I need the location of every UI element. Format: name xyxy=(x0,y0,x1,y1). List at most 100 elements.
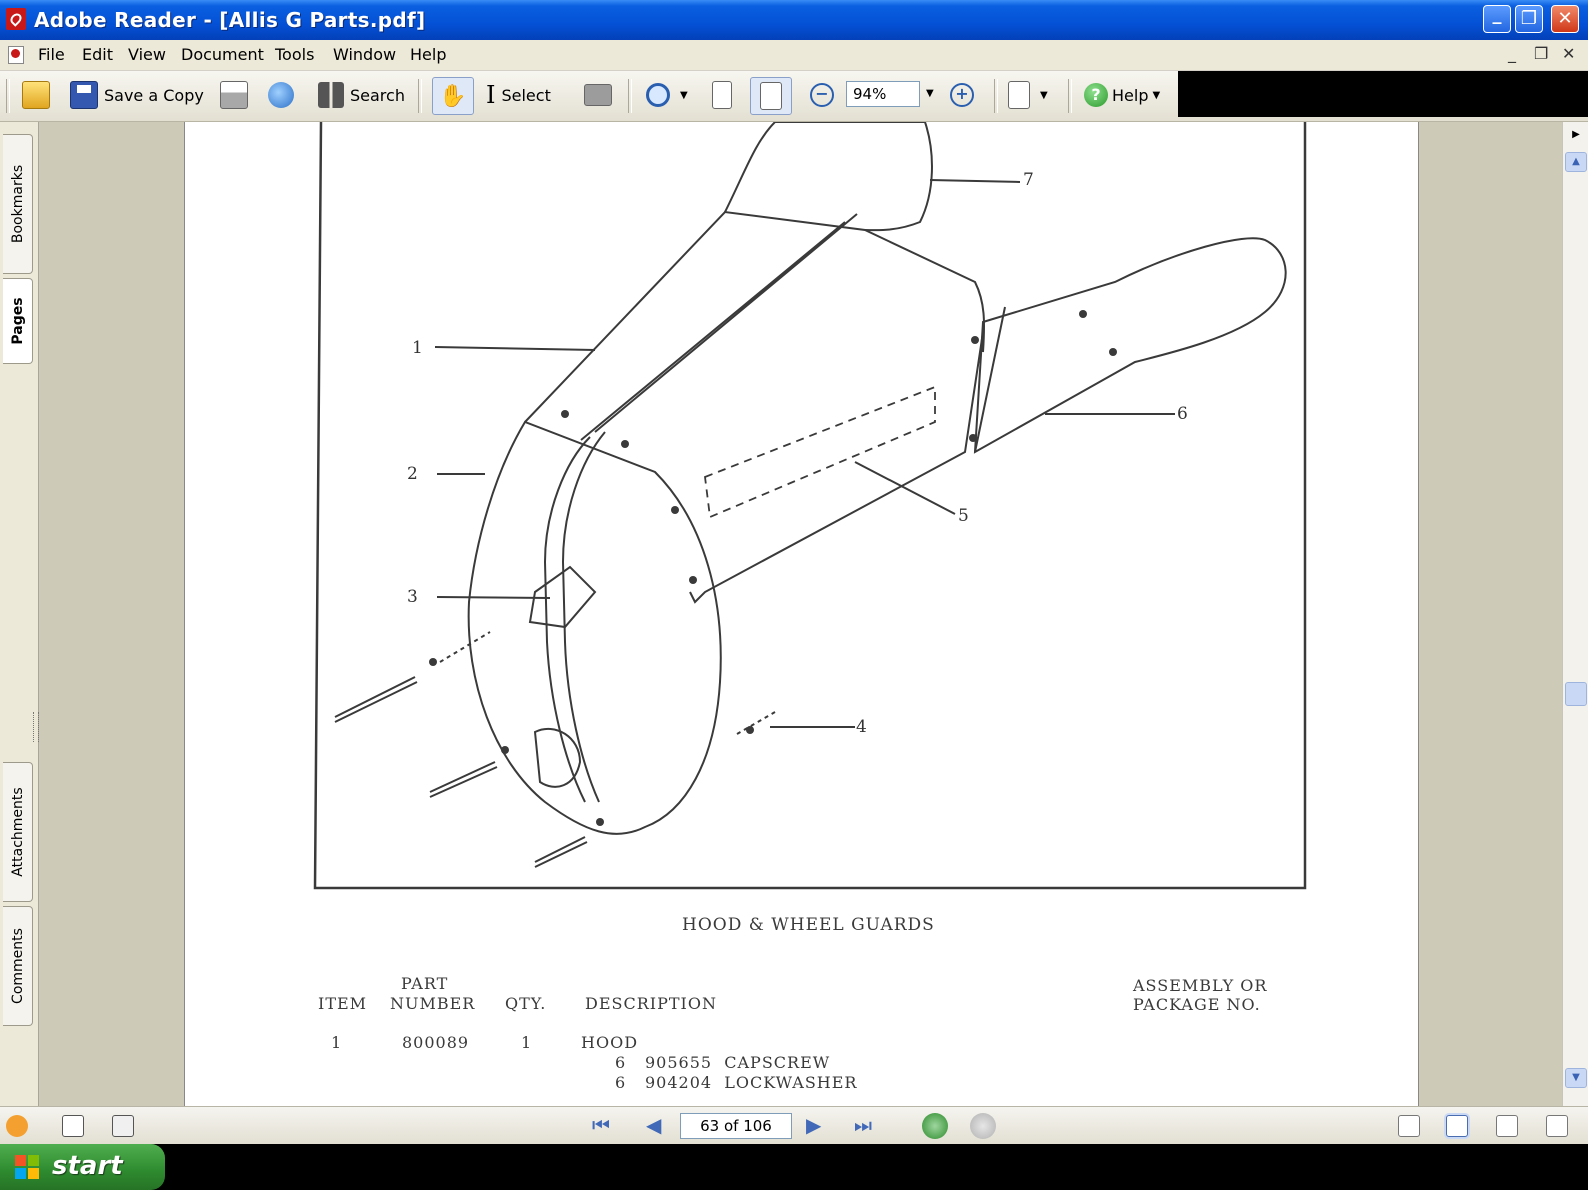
snapshot-button[interactable] xyxy=(584,77,618,113)
toolbar-empty-area xyxy=(1178,71,1588,117)
callout-4: 4 xyxy=(856,717,867,737)
adobe-reader-icon xyxy=(6,8,26,30)
open-button[interactable] xyxy=(22,77,56,113)
last-page-button[interactable]: ⏭ xyxy=(854,1113,872,1137)
header-assembly-line2: PACKAGE NO. xyxy=(1133,995,1261,1014)
rotate-view-button[interactable]: ▼ xyxy=(1008,77,1048,113)
callout-1: 1 xyxy=(412,338,423,358)
header-qty: QTY. xyxy=(505,994,547,1013)
text-cursor-icon: I xyxy=(486,81,496,109)
email-button[interactable] xyxy=(268,77,300,113)
scroll-up-button[interactable]: ▲ xyxy=(1565,152,1587,172)
print-button[interactable] xyxy=(220,77,254,113)
callout-6: 6 xyxy=(1177,404,1188,424)
menu-window[interactable]: Window xyxy=(333,45,396,64)
tab-attachments-label: Attachments xyxy=(9,787,26,877)
callout-7: 7 xyxy=(1023,170,1034,190)
first-page-button[interactable]: ⏮ xyxy=(592,1113,610,1137)
magnifier-zoom-icon xyxy=(646,83,670,107)
row-description: 905655 CAPSCREW xyxy=(645,1053,831,1072)
title-bar: Adobe Reader - [Allis G Parts.pdf] _ ❐ ✕ xyxy=(0,0,1588,40)
row-description: HOOD xyxy=(581,1033,639,1052)
toolbar-separator xyxy=(994,79,998,113)
hand-tool-button[interactable]: ✋ xyxy=(432,77,474,115)
vertical-scrollbar[interactable]: ▶ ▲ ▼ xyxy=(1562,122,1588,1106)
actual-size-button[interactable] xyxy=(712,77,738,113)
hand-icon: ✋ xyxy=(439,83,467,109)
doc-close-button[interactable]: ✕ xyxy=(1562,44,1575,63)
start-button[interactable]: start xyxy=(0,1144,165,1190)
fit-page-button[interactable] xyxy=(750,77,792,115)
doc-restore-button[interactable]: ❐ xyxy=(1534,44,1548,63)
save-a-copy-label: Save a Copy xyxy=(104,85,204,105)
printer-icon xyxy=(220,81,248,109)
search-button[interactable]: Search xyxy=(318,77,405,113)
zoom-level-field[interactable]: 94% xyxy=(846,81,920,107)
previous-page-button[interactable]: ◀ xyxy=(646,1113,661,1137)
zoom-in-button[interactable]: + xyxy=(950,77,980,113)
menu-file[interactable]: File xyxy=(38,45,65,64)
next-page-button[interactable]: ▶ xyxy=(806,1113,821,1137)
actual-size-icon xyxy=(712,81,732,109)
continuous-facing-layout-icon[interactable] xyxy=(1546,1115,1568,1137)
floppy-disk-icon xyxy=(70,81,98,109)
save-a-copy-button[interactable]: Save a Copy xyxy=(70,77,204,113)
header-part-line2: NUMBER xyxy=(390,994,476,1013)
zoom-dropdown-icon[interactable]: ▼ xyxy=(926,88,934,99)
go-back-icon[interactable] xyxy=(922,1113,948,1139)
menu-help[interactable]: Help xyxy=(410,45,446,64)
header-item: ITEM xyxy=(318,994,368,1013)
select-tool-button[interactable]: I Select xyxy=(486,77,551,113)
row-qty: 1 xyxy=(521,1033,533,1052)
row-qty: 6 xyxy=(615,1053,627,1072)
tab-pages-label: Pages xyxy=(9,297,26,345)
status-bar: ⏮ ◀ 63 of 106 ▶ ⏭ xyxy=(0,1106,1588,1145)
tab-attachments[interactable]: Attachments xyxy=(3,762,33,902)
options-menu-icon[interactable]: ▶ xyxy=(1565,126,1587,146)
restore-button[interactable]: ❐ xyxy=(1515,5,1543,33)
header-part-line1: PART xyxy=(401,974,449,993)
facing-layout-icon[interactable] xyxy=(1496,1115,1518,1137)
doc-minimize-button[interactable]: _ xyxy=(1508,44,1516,63)
menu-edit[interactable]: Edit xyxy=(82,45,113,64)
menu-document[interactable]: Document xyxy=(181,45,264,64)
zoom-tool-button[interactable]: ▼ xyxy=(646,77,688,113)
close-button[interactable]: ✕ xyxy=(1551,5,1579,33)
save-status-icon[interactable] xyxy=(62,1115,84,1137)
window-title: Adobe Reader - [Allis G Parts.pdf] xyxy=(34,8,426,32)
security-lock-icon[interactable] xyxy=(6,1115,28,1137)
scroll-down-button[interactable]: ▼ xyxy=(1565,1068,1587,1088)
tab-comments[interactable]: Comments xyxy=(3,906,33,1026)
rotate-page-icon xyxy=(1008,81,1030,109)
single-page-layout-icon[interactable] xyxy=(1398,1115,1420,1137)
camera-icon xyxy=(584,84,612,106)
continuous-layout-icon[interactable] xyxy=(1446,1115,1468,1137)
scroll-thumb[interactable] xyxy=(1565,682,1587,706)
tab-bookmarks[interactable]: Bookmarks xyxy=(3,134,33,274)
figure-caption: HOOD & WHEEL GUARDS xyxy=(682,915,935,935)
minimize-button[interactable]: _ xyxy=(1483,4,1511,33)
pdf-page: 7 1 2 3 4 5 6 HOOD & WHEEL GUARDS PART I… xyxy=(185,122,1418,1106)
help-button[interactable]: ? Help ▼ xyxy=(1084,77,1160,113)
zoom-out-button[interactable]: − xyxy=(810,77,840,113)
chevron-down-icon: ▼ xyxy=(1152,89,1161,101)
zoom-in-icon: + xyxy=(950,83,974,107)
document-icon[interactable] xyxy=(8,46,24,64)
start-label: start xyxy=(52,1151,123,1181)
folder-open-icon xyxy=(22,81,50,109)
tab-comments-label: Comments xyxy=(9,928,26,1004)
help-icon: ? xyxy=(1084,83,1108,107)
toolbar: Save a Copy Search ✋ I Select ▼ − 94% ▼ … xyxy=(0,71,1588,122)
go-forward-icon[interactable] xyxy=(970,1113,996,1139)
chevron-down-icon: ▼ xyxy=(1040,89,1048,101)
page-setup-icon[interactable] xyxy=(112,1115,134,1137)
document-view[interactable]: 7 1 2 3 4 5 6 HOOD & WHEEL GUARDS PART I… xyxy=(39,122,1562,1106)
menu-tools[interactable]: Tools xyxy=(275,45,314,64)
menu-bar: File Edit View Document Tools Window Hel… xyxy=(0,40,1588,71)
row-description: 904204 LOCKWASHER xyxy=(645,1073,858,1092)
menu-view[interactable]: View xyxy=(128,45,166,64)
toolbar-grip xyxy=(6,79,10,113)
tab-pages[interactable]: Pages xyxy=(3,278,33,364)
page-number-field[interactable]: 63 of 106 xyxy=(680,1113,792,1139)
callout-2: 2 xyxy=(407,464,418,484)
